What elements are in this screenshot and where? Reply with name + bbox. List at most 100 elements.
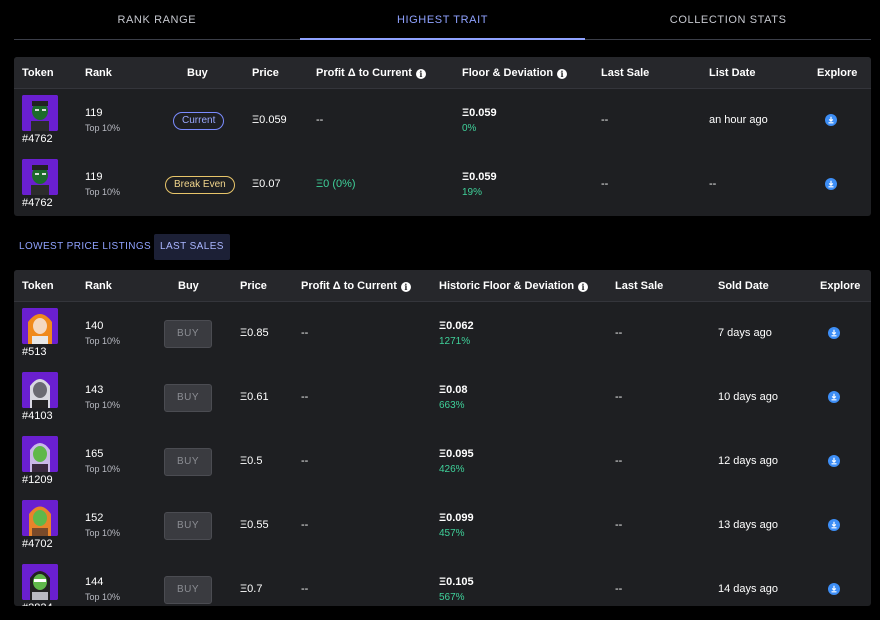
token-id[interactable]: #4762 (22, 197, 53, 209)
sold-date-value: 14 days ago (718, 583, 778, 595)
col-explore: Explore (817, 67, 858, 79)
list-date-value: -- (709, 178, 717, 190)
rank-percentile: Top 10% (85, 400, 121, 410)
rank-cell: 119 Top 10% (85, 171, 120, 197)
token-avatar[interactable] (22, 500, 58, 536)
tab-lowest-price-listings[interactable]: LOWEST PRICE LISTINGS (13, 234, 157, 260)
token-avatar[interactable] (22, 564, 58, 600)
floor-cell: Ξ0.099 457% (439, 512, 474, 539)
buy-button[interactable]: BUY (164, 448, 212, 476)
token-avatar[interactable] (22, 372, 58, 408)
rank-value: 144 (85, 576, 104, 588)
floor-value: Ξ0.059 (462, 107, 497, 119)
info-icon[interactable]: i (578, 282, 589, 292)
token-avatar[interactable] (22, 95, 58, 131)
buy-button[interactable]: BUY (164, 384, 212, 412)
rank-value: 119 (85, 171, 103, 183)
token-id[interactable]: #4702 (22, 538, 53, 550)
rank-cell: 144 Top 10% (85, 576, 120, 602)
download-icon[interactable] (828, 391, 840, 403)
last-sale-value: -- (615, 455, 623, 467)
price-value: Ξ0.059 (252, 114, 287, 126)
col-floor-label: Historic Floor & Deviation (439, 280, 575, 292)
download-icon[interactable] (828, 327, 840, 339)
token-avatar[interactable] (22, 436, 58, 472)
floor-deviation: 426% (439, 464, 465, 475)
last-sale-value: -- (615, 519, 623, 531)
price-value: Ξ0.5 (240, 455, 263, 467)
price-value: Ξ0.61 (240, 391, 269, 403)
tab-rank-range[interactable]: RANK RANGE (14, 0, 300, 39)
last-sale-value: -- (615, 583, 623, 595)
sold-date-value: 7 days ago (718, 327, 772, 339)
table-row: #4103 143 Top 10% BUY Ξ0.61 -- Ξ0.08 663… (14, 366, 871, 430)
col-explore: Explore (820, 280, 861, 292)
profit-value: -- (301, 327, 309, 339)
floor-cell: Ξ0.095 426% (439, 448, 474, 475)
rank-value: 119 (85, 107, 103, 119)
last-sale-value: -- (615, 391, 623, 403)
token-id[interactable]: #2824 (22, 602, 53, 606)
floor-cell: Ξ0.059 19% (462, 171, 497, 198)
floor-deviation: 457% (439, 528, 465, 539)
token-id[interactable]: #1209 (22, 474, 53, 486)
buy-button[interactable]: BUY (164, 576, 212, 604)
rank-cell: 152 Top 10% (85, 512, 120, 538)
col-rank: Rank (85, 280, 112, 292)
profit-value: Ξ0 (0%) (316, 178, 356, 190)
download-icon[interactable] (828, 455, 840, 467)
rank-value: 152 (85, 512, 104, 524)
token-avatar[interactable] (22, 308, 58, 344)
floor-deviation: 663% (439, 400, 465, 411)
sales-table: Token Rank Buy Price Profit Δ to Current… (14, 270, 871, 606)
list-date-value: an hour ago (709, 114, 768, 126)
buy-button[interactable]: BUY (164, 512, 212, 540)
listings-table-header: Token Rank Buy Price Profit Δ to Current… (14, 57, 871, 89)
col-token: Token (22, 67, 54, 79)
rank-percentile: Top 10% (85, 592, 121, 602)
sales-table-header: Token Rank Buy Price Profit Δ to Current… (14, 270, 871, 302)
rank-cell: 119 Top 10% (85, 107, 120, 133)
floor-value: Ξ0.059 (462, 171, 497, 183)
table-row: #4762 119 Top 10% Break Even Ξ0.07 Ξ0 (0… (14, 153, 871, 216)
token-id[interactable]: #4762 (22, 133, 53, 145)
rank-percentile: Top 10% (85, 528, 121, 538)
info-icon[interactable]: i (557, 69, 568, 79)
col-sold-date: Sold Date (718, 280, 769, 292)
sold-date-value: 10 days ago (718, 391, 778, 403)
col-last-sale: Last Sale (615, 280, 664, 292)
rank-percentile: Top 10% (85, 464, 121, 474)
floor-value: Ξ0.095 (439, 448, 474, 460)
sold-date-value: 13 days ago (718, 519, 778, 531)
floor-deviation: 19% (462, 187, 483, 198)
floor-value: Ξ0.105 (439, 576, 474, 588)
tab-highest-trait[interactable]: HIGHEST TRAIT (299, 0, 586, 40)
floor-value: Ξ0.08 (439, 384, 468, 396)
token-id[interactable]: #513 (22, 346, 46, 358)
info-icon[interactable]: i (415, 69, 426, 79)
floor-cell: Ξ0.105 567% (439, 576, 474, 603)
download-icon[interactable] (828, 583, 840, 595)
top-tabs: RANK RANGE HIGHEST TRAIT COLLECTION STAT… (14, 0, 871, 40)
download-icon[interactable] (825, 114, 837, 126)
info-icon[interactable]: i (400, 282, 411, 292)
profit-value: -- (301, 583, 309, 595)
tab-collection-stats[interactable]: COLLECTION STATS (585, 0, 871, 39)
price-value: Ξ0.55 (240, 519, 269, 531)
table-row: #1209 165 Top 10% BUY Ξ0.5 -- Ξ0.095 426… (14, 430, 871, 494)
tab-last-sales[interactable]: LAST SALES (154, 234, 230, 260)
floor-cell: Ξ0.062 1271% (439, 320, 474, 347)
rank-cell: 143 Top 10% (85, 384, 120, 410)
listings-table: Token Rank Buy Price Profit Δ to Current… (14, 57, 871, 216)
rank-value: 143 (85, 384, 104, 396)
token-id[interactable]: #4103 (22, 410, 53, 422)
last-sale-value: -- (615, 327, 623, 339)
download-icon[interactable] (828, 519, 840, 531)
table-row: #2824 144 Top 10% BUY Ξ0.7 -- Ξ0.105 567… (14, 558, 871, 606)
col-price: Price (252, 67, 279, 79)
buy-button[interactable]: BUY (164, 320, 212, 348)
download-icon[interactable] (825, 178, 837, 190)
token-avatar[interactable] (22, 159, 58, 195)
floor-deviation: 567% (439, 592, 465, 603)
break-even-badge: Break Even (165, 176, 235, 194)
